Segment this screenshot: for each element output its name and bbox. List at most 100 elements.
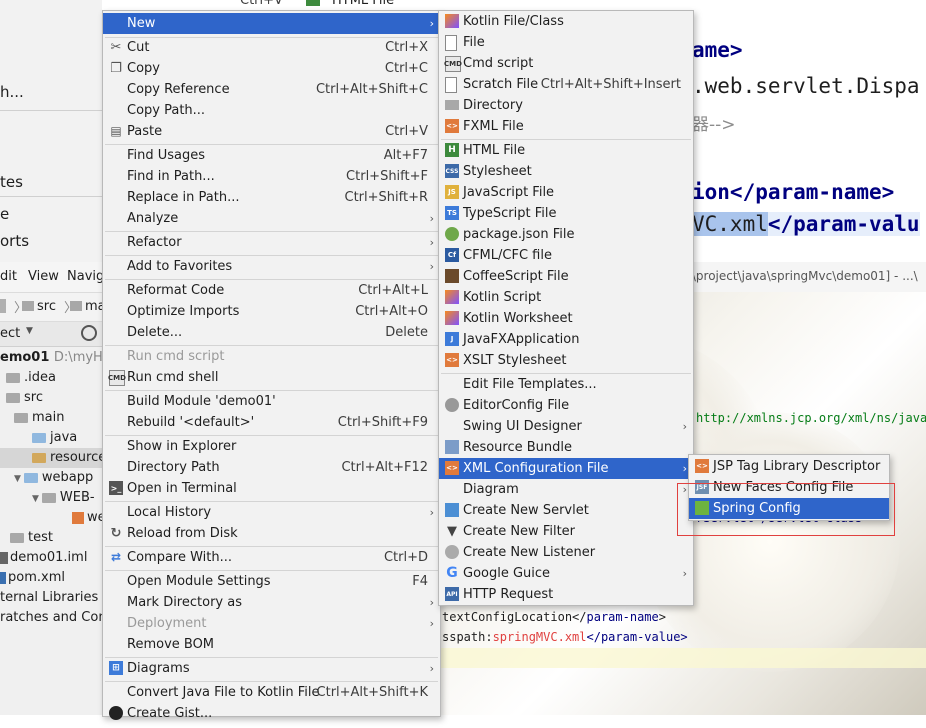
tree-item-web-xml[interactable]: we (0, 508, 106, 528)
menu-item-copy-reference[interactable]: Copy Reference Ctrl+Alt+Shift+C (103, 79, 440, 100)
tree-item-webapp[interactable]: ▼ webapp (0, 468, 93, 488)
new-kotlin-file[interactable]: Kotlin File/Class (439, 11, 693, 32)
left-fragment: e (0, 205, 10, 223)
new-kotlin-worksheet[interactable]: Kotlin Worksheet (439, 308, 693, 329)
new-typescript-file[interactable]: TS TypeScript File (439, 203, 693, 224)
menu-item-open-module-settings[interactable]: Open Module Settings F4 (103, 571, 440, 592)
new-swing-ui-designer[interactable]: Swing UI Designer › (439, 416, 693, 437)
menu-item-analyze[interactable]: Analyze › (103, 208, 440, 229)
new-edit-file-templates[interactable]: Edit File Templates... (439, 374, 693, 395)
menu-item-local-history[interactable]: Local History › (103, 502, 440, 523)
menu-item-reformat-code[interactable]: Reformat Code Ctrl+Alt+L (103, 280, 440, 301)
menu-item-directory-path[interactable]: Directory Path Ctrl+Alt+F12 (103, 457, 440, 478)
menu-edit[interactable]: dit (0, 269, 17, 284)
new-editorconfig-file[interactable]: EditorConfig File (439, 395, 693, 416)
new-cfml-file[interactable]: Cf CFML/CFC file (439, 245, 693, 266)
menu-item-compare-with[interactable]: ⇄ Compare With... Ctrl+D (103, 547, 440, 568)
new-kotlin-script[interactable]: Kotlin Script (439, 287, 693, 308)
new-scratch-file[interactable]: Scratch File Ctrl+Alt+Shift+Insert (439, 74, 693, 95)
chevron-right-icon: › (682, 420, 687, 433)
menu-item-find-usages[interactable]: Find Usages Alt+F7 (103, 145, 440, 166)
new-fxml-file[interactable]: <> FXML File (439, 116, 693, 137)
new-file[interactable]: File (439, 32, 693, 53)
api-icon: API (445, 587, 459, 601)
menu-item-refactor[interactable]: Refactor › (103, 232, 440, 253)
menu-item-replace-in-path[interactable]: Replace in Path... Ctrl+Shift+R (103, 187, 440, 208)
chevron-right-icon: › (429, 212, 434, 225)
new-html-file[interactable]: H HTML File (439, 140, 693, 161)
menu-item-new[interactable]: New › (103, 13, 440, 34)
new-diagram[interactable]: Diagram › (439, 479, 693, 500)
new-directory[interactable]: Directory (439, 95, 693, 116)
new-http-request[interactable]: API HTTP Request (439, 584, 693, 605)
menu-item-rebuild[interactable]: Rebuild '<default>' Ctrl+Shift+F9 (103, 412, 440, 433)
menu-item-remove-bom[interactable]: Remove BOM (103, 634, 440, 655)
menu-item-create-gist[interactable]: Create Gist... (103, 703, 440, 724)
new-servlet[interactable]: Create New Servlet (439, 500, 693, 521)
new-filter[interactable]: ▼ Create New Filter (439, 521, 693, 542)
project-tool-header: ect ▼ (0, 322, 102, 347)
menu-view[interactable]: View (28, 269, 59, 284)
breadcrumb-src[interactable]: src (37, 299, 56, 314)
menu-item-show-in-explorer[interactable]: Show in Explorer (103, 436, 440, 457)
menu-item-find-in-path[interactable]: Find in Path... Ctrl+Shift+F (103, 166, 440, 187)
menu-item-diagrams[interactable]: ⊞ Diagrams › (103, 658, 440, 679)
menu-item-optimize-imports[interactable]: Optimize Imports Ctrl+Alt+O (103, 301, 440, 322)
resource-bundle-icon (445, 440, 459, 454)
new-coffeescript-file[interactable]: CoffeeScript File (439, 266, 693, 287)
menu-item-paste[interactable]: ▤ Paste Ctrl+V (103, 121, 440, 142)
tree-item-src[interactable]: src (0, 388, 43, 408)
jsp-tag-icon: <> (695, 459, 709, 473)
tree-item-iml[interactable]: demo01.iml (0, 548, 87, 568)
tree-item-web-inf[interactable]: ▼ WEB- (0, 488, 95, 508)
file-icon (445, 35, 457, 51)
menu-item-add-to-favorites[interactable]: Add to Favorites › (103, 256, 440, 277)
menu-item-copy-path[interactable]: Copy Path... (103, 100, 440, 121)
tree-item-pom[interactable]: pom.xml (0, 568, 65, 588)
new-package-json[interactable]: package.json File (439, 224, 693, 245)
js-icon: JS (445, 185, 459, 199)
menu-item-reload-from-disk[interactable]: ↻ Reload from Disk (103, 523, 440, 544)
menu-item-convert-to-kotlin[interactable]: Convert Java File to Kotlin File Ctrl+Alt… (103, 682, 440, 703)
tree-item-test[interactable]: test (0, 528, 53, 548)
new-xml-configuration-file[interactable]: <> XML Configuration File › (439, 458, 693, 479)
tree-item-scratches[interactable]: ratches and Cons (0, 608, 113, 628)
folder-icon (22, 301, 34, 311)
folder-icon (445, 100, 459, 110)
new-listener[interactable]: Create New Listener (439, 542, 693, 563)
compare-icon: ⇄ (110, 549, 122, 564)
cmd-icon: CMD (108, 370, 126, 386)
new-xslt-stylesheet[interactable]: <> XSLT Stylesheet (439, 350, 693, 371)
menu-item-copy[interactable]: ❐ Copy Ctrl+C (103, 58, 440, 79)
menu-item-build-module[interactable]: Build Module 'demo01' (103, 391, 440, 412)
folder-icon (70, 301, 82, 311)
fxml-icon: <> (445, 119, 459, 133)
new-cmd-script[interactable]: CMD Cmd script (439, 53, 693, 74)
menu-item-cut[interactable]: ✂ Cut Ctrl+X (103, 37, 440, 58)
param-value-line: VC.xml</param-valu (692, 212, 920, 236)
new-javafx-application[interactable]: J JavaFXApplication (439, 329, 693, 350)
chevron-right-icon: › (429, 506, 434, 519)
chevron-down-icon: ▼ (32, 494, 39, 504)
tree-item-java[interactable]: java (0, 428, 77, 448)
menu-navigate[interactable]: Navig (67, 269, 104, 284)
menu-item-run-cmd-shell[interactable]: CMD Run cmd shell (103, 367, 440, 388)
xml-jsp-tag-library[interactable]: <> JSP Tag Library Descriptor (689, 456, 889, 477)
menu-item-open-in-terminal[interactable]: >_ Open in Terminal (103, 478, 440, 499)
project-header-label[interactable]: ect (0, 326, 20, 341)
target-icon[interactable] (81, 325, 97, 341)
menu-item-mark-directory-as[interactable]: Mark Directory as › (103, 592, 440, 613)
coffee-icon (445, 269, 459, 283)
chevron-down-icon[interactable]: ▼ (26, 326, 33, 336)
tree-item-idea[interactable]: .idea (0, 368, 56, 388)
new-google-guice[interactable]: G Google Guice › (439, 563, 693, 584)
new-resource-bundle[interactable]: Resource Bundle (439, 437, 693, 458)
new-javascript-file[interactable]: JS JavaScript File (439, 182, 693, 203)
context-config-name-line: textConfigLocation</param-name> (442, 610, 666, 624)
menu-item-delete[interactable]: Delete... Delete (103, 322, 440, 343)
new-stylesheet[interactable]: CSS Stylesheet (439, 161, 693, 182)
folder-icon (6, 372, 20, 383)
tree-item-external-libraries[interactable]: ternal Libraries (0, 588, 98, 608)
terminal-icon: >_ (109, 481, 123, 495)
tree-item-main[interactable]: main (0, 408, 64, 428)
